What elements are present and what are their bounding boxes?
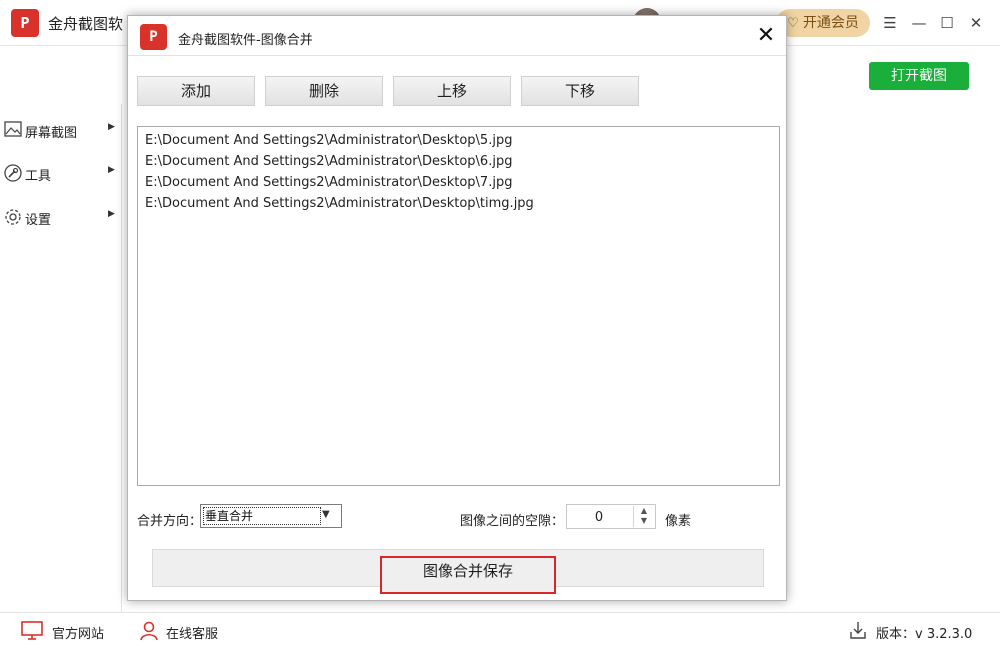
merge-direction-select[interactable]: 垂直合并 ▼ <box>200 504 342 528</box>
dialog-logo: P <box>140 24 167 50</box>
maximize-icon[interactable]: ☐ <box>936 12 958 34</box>
delete-button[interactable]: 删除 <box>265 76 383 106</box>
vip-button-label: 开通会员 <box>802 15 859 31</box>
diamond-icon: ♡ <box>787 16 799 31</box>
chevron-right-icon: ▶ <box>108 165 115 175</box>
sidebar: 屏幕截图 ▶ 工具 ▶ 设置 ▶ <box>0 104 122 612</box>
merge-direction-value: 垂直合并 <box>203 507 321 525</box>
app-close-icon[interactable]: ✕ <box>965 12 987 34</box>
add-button[interactable]: 添加 <box>137 76 255 106</box>
sidebar-item-tools[interactable]: 工具 ▶ <box>0 160 122 186</box>
spin-down-icon[interactable]: ▼ <box>634 516 654 526</box>
sidebar-item-screen-capture[interactable]: 屏幕截图 ▶ <box>0 117 122 143</box>
user-icon <box>137 621 161 643</box>
gap-stepper[interactable]: 0 ▲ ▼ <box>566 504 656 529</box>
minimize-icon[interactable]: — <box>908 12 930 34</box>
gap-value[interactable]: 0 <box>567 510 631 525</box>
app-logo: P <box>11 9 39 37</box>
support-link[interactable]: 在线客服 <box>166 623 218 642</box>
spinner: ▲ ▼ <box>633 506 654 527</box>
file-list[interactable]: E:\Document And Settings2\Administrator\… <box>137 126 780 486</box>
gear-icon <box>4 208 22 226</box>
chevron-right-icon: ▶ <box>108 209 115 219</box>
gap-label: 图像之间的空隙： <box>460 514 565 529</box>
merge-direction-label: 合并方向： <box>137 514 203 529</box>
download-icon <box>846 621 870 643</box>
chevron-down-icon: ▼ <box>322 509 330 520</box>
image-merge-dialog: P 金舟截图软件-图像合并 ✕ 添加 删除 上移 下移 E:\Document … <box>127 15 787 601</box>
list-item[interactable]: E:\Document And Settings2\Administrator\… <box>145 151 772 172</box>
list-item[interactable]: E:\Document And Settings2\Administrator\… <box>145 172 772 193</box>
list-item[interactable]: E:\Document And Settings2\Administrator\… <box>145 130 772 151</box>
move-down-button[interactable]: 下移 <box>521 76 639 106</box>
list-item[interactable]: E:\Document And Settings2\Administrator\… <box>145 193 772 214</box>
image-icon <box>4 121 22 139</box>
website-link[interactable]: 官方网站 <box>52 623 104 642</box>
sidebar-item-label: 屏幕截图 <box>25 126 78 141</box>
wrench-icon <box>4 164 22 182</box>
footer: 官方网站 在线客服 版本：v 3.2.3.0 <box>0 612 1000 650</box>
chevron-right-icon: ▶ <box>108 122 115 132</box>
vip-button[interactable]: ♡ 开通会员 <box>776 9 870 37</box>
dialog-title: 金舟截图软件-图像合并 <box>178 33 313 48</box>
sidebar-item-settings[interactable]: 设置 ▶ <box>0 204 122 230</box>
version-label: 版本：v 3.2.3.0 <box>876 627 973 642</box>
move-up-button[interactable]: 上移 <box>393 76 511 106</box>
close-icon[interactable]: ✕ <box>754 24 778 48</box>
app-title: 金舟截图软 <box>48 15 124 33</box>
monitor-icon <box>20 621 44 643</box>
unit-label: 像素 <box>665 514 692 529</box>
sidebar-item-label: 工具 <box>25 169 52 184</box>
spin-up-icon[interactable]: ▲ <box>634 506 654 516</box>
sidebar-item-label: 设置 <box>25 213 52 228</box>
menu-icon[interactable]: ☰ <box>879 12 901 34</box>
dialog-titlebar: P 金舟截图软件-图像合并 ✕ <box>128 16 786 56</box>
open-capture-button[interactable]: 打开截图 <box>869 62 969 90</box>
merge-save-button[interactable]: 图像合并保存 <box>380 556 556 594</box>
